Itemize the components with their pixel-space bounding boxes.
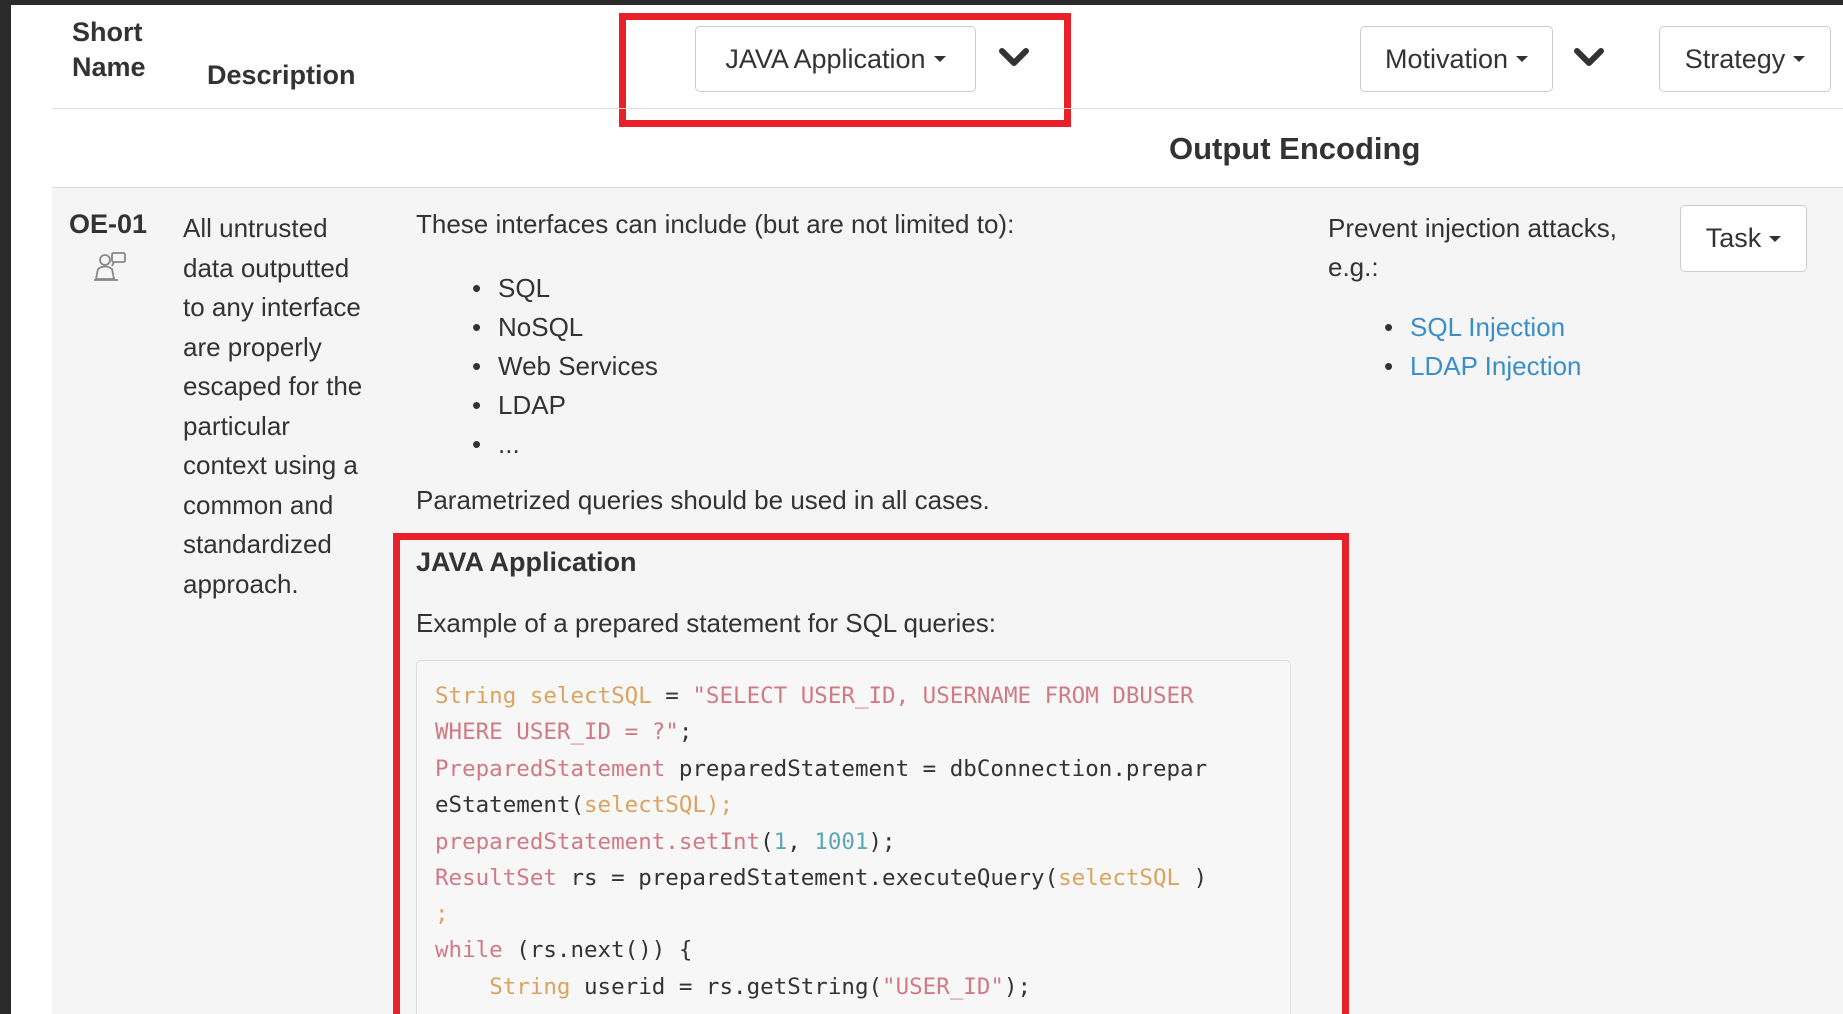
header-divider [52, 108, 1843, 109]
requirement-description: All untrusted data outputted to any inte… [183, 209, 388, 604]
description-line: approach. [183, 568, 299, 599]
description-line: data outputted [183, 252, 350, 283]
description-line: context using a [183, 450, 358, 480]
column-header-description: Description [207, 60, 356, 90]
description-line: standardized [183, 529, 332, 559]
caret-down-icon [1769, 235, 1782, 242]
strategy-dropdown[interactable]: Strategy [1659, 26, 1831, 92]
sql-injection-link[interactable]: SQL Injection [1410, 312, 1565, 342]
column-header-short-name-line1: Short [72, 17, 143, 47]
interfaces-intro: These interfaces can include (but are no… [416, 209, 1015, 239]
security-requirements-page: Short Name Description JAVA Application … [11, 5, 1843, 1014]
task-dropdown[interactable]: Task [1680, 205, 1807, 272]
description-line: are properly [183, 331, 322, 362]
list-item: LDAP [468, 386, 658, 425]
column-header-short-name: Short Name [72, 15, 146, 85]
description-line: to any interface [183, 292, 361, 322]
requirement-id: OE-01 [69, 209, 148, 239]
list-item: ... [468, 425, 658, 464]
description-line: common and [183, 489, 334, 520]
motivation-links: SQL Injection LDAP Injection [1380, 308, 1582, 386]
motivation-text-line: e.g.: [1328, 252, 1379, 282]
interfaces-list: SQL NoSQL Web Services LDAP ... [468, 269, 658, 464]
list-item: SQL [468, 269, 658, 308]
section-title: Output Encoding [1169, 131, 1421, 166]
list-item: Web Services [468, 347, 658, 386]
caret-down-icon [1516, 56, 1529, 62]
task-dropdown-label: Task [1705, 223, 1762, 253]
list-item: SQL Injection [1380, 308, 1582, 347]
motivation-text: Prevent injection attacks, e.g.: [1328, 209, 1617, 287]
motivation-text-line: Prevent injection attacks, [1328, 213, 1618, 243]
strategy-dropdown-label: Strategy [1684, 43, 1786, 74]
requirement-person-icon[interactable] [92, 251, 128, 283]
motivation-dropdown[interactable]: Motivation [1360, 26, 1553, 92]
list-item: NoSQL [468, 308, 658, 347]
description-line: All untrusted [183, 213, 328, 243]
description-line: particular [183, 410, 290, 441]
motivation-dropdown-label: Motivation [1384, 43, 1509, 74]
highlight-box-java-example [393, 533, 1349, 1014]
column-header-short-name-line2: Name [72, 52, 146, 82]
caret-down-icon [1793, 56, 1806, 62]
description-line: escaped for the [183, 371, 363, 401]
highlight-box-app-selector [619, 13, 1071, 127]
chevron-down-icon[interactable] [1569, 43, 1609, 73]
ldap-injection-link[interactable]: LDAP Injection [1410, 351, 1582, 381]
parametrized-note: Parametrized queries should be used in a… [416, 485, 990, 515]
list-item: LDAP Injection [1380, 347, 1582, 386]
